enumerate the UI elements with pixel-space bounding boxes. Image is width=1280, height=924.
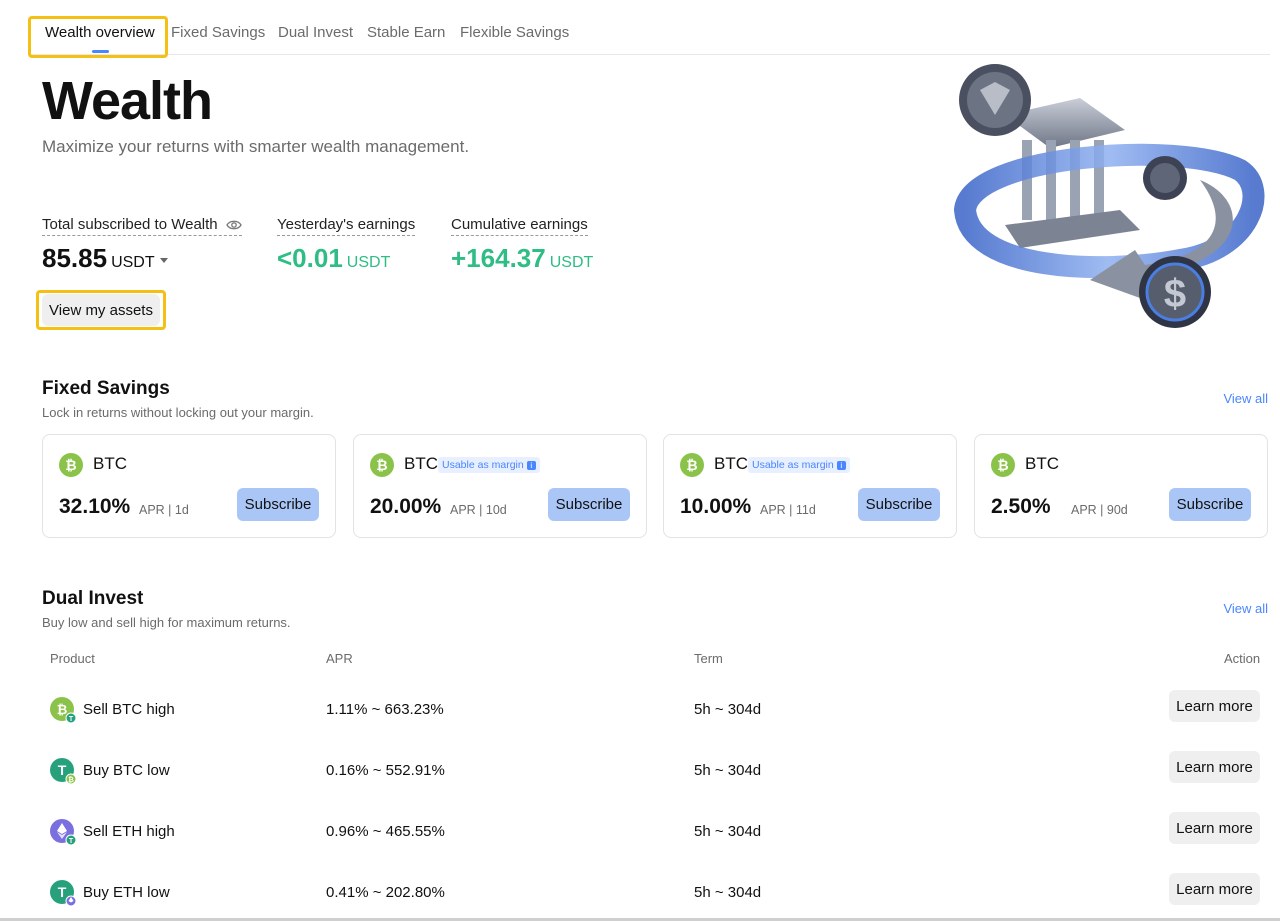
btc-icon: ₿ [59, 453, 83, 477]
product-name: Sell ETH high [83, 823, 175, 840]
svg-text:T: T [69, 716, 74, 723]
info-icon[interactable]: i [836, 460, 846, 470]
product-term: 5h ~ 304d [694, 823, 762, 840]
badge-label: Usable as margin [442, 459, 524, 471]
card-apr-term: APR | 1d [139, 503, 189, 517]
fixed-savings-view-all-link[interactable]: View all [1223, 391, 1268, 406]
eth-usdt-icon: T [50, 819, 76, 845]
dual-invest-subtitle: Buy low and sell high for maximum return… [42, 615, 291, 630]
learn-more-button[interactable]: Learn more [1169, 873, 1260, 905]
tab-fixed-savings[interactable]: Fixed Savings [171, 24, 265, 41]
info-icon[interactable]: i [526, 460, 536, 470]
product-apr: 1.11% ~ 663.23% [326, 701, 444, 718]
total-subscribed-label-text: Total subscribed to Wealth [42, 216, 218, 233]
svg-text:T: T [58, 762, 67, 778]
card-apr-value: 10.00% [680, 495, 752, 518]
fixed-savings-card[interactable]: ₿ BTC Usable as margin i 10.00% APR | 11d… [663, 434, 957, 538]
fixed-savings-card[interactable]: ₿ BTC 2.50% APR | 90d Subscribe [974, 434, 1268, 538]
subscribe-button[interactable]: Subscribe [237, 488, 319, 521]
fixed-savings-card[interactable]: ₿ BTC 32.10% APR | 1d Subscribe [42, 434, 336, 538]
card-apr-term: APR | 10d [450, 503, 507, 517]
fixed-savings-card[interactable]: ₿ BTC Usable as margin i 20.00% APR | 10d… [353, 434, 647, 538]
page-title: Wealth [42, 71, 213, 131]
column-header-term: Term [694, 651, 723, 666]
card-apr-term: APR | 11d [760, 503, 816, 517]
yesterday-earnings-label: Yesterday's earnings [277, 216, 416, 236]
learn-more-button[interactable]: Learn more [1169, 690, 1260, 722]
svg-text:₿: ₿ [68, 776, 74, 784]
dual-invest-title: Dual Invest [42, 588, 144, 609]
column-header-apr: APR [326, 651, 353, 666]
eye-icon[interactable] [226, 219, 242, 231]
wealth-illustration: $ [953, 64, 1265, 328]
product-term: 5h ~ 304d [694, 762, 762, 779]
svg-text:T: T [58, 884, 67, 900]
table-row: T Buy ETH low 0.41% ~ 202.80% 5h ~ 304d … [42, 868, 1268, 924]
btc-icon: ₿ [991, 453, 1015, 477]
dual-invest-view-all-link[interactable]: View all [1223, 601, 1268, 616]
total-subscribed-value[interactable]: 85.85 USDT [42, 243, 168, 274]
badge-label: Usable as margin [752, 459, 834, 471]
card-apr-value: 20.00% [370, 495, 442, 518]
svg-text:₿: ₿ [57, 702, 68, 717]
usable-as-margin-badge[interactable]: Usable as margin i [438, 457, 540, 473]
fixed-savings-title: Fixed Savings [42, 378, 170, 399]
subscribe-button[interactable]: Subscribe [548, 488, 630, 521]
product-name: Buy ETH low [83, 884, 170, 901]
yesterday-earnings-amount: <0.01 [277, 243, 343, 273]
table-row: ₿ T Sell BTC high 1.11% ~ 663.23% 5h ~ 3… [42, 685, 1268, 741]
product-name: Buy BTC low [83, 762, 170, 779]
cumulative-earnings-value: +164.37 USDT [451, 243, 593, 274]
card-apr-term: APR | 90d [1071, 503, 1128, 517]
table-row: T Sell ETH high 0.96% ~ 465.55% 5h ~ 304… [42, 807, 1268, 863]
tab-dual-invest[interactable]: Dual Invest [278, 24, 353, 41]
highlight-box-assets [36, 290, 166, 330]
table-row: T ₿ Buy BTC low 0.16% ~ 552.91% 5h ~ 304… [42, 746, 1268, 802]
svg-text:$: $ [1164, 272, 1186, 316]
usable-as-margin-badge[interactable]: Usable as margin i [748, 457, 850, 473]
card-apr-value: 2.50% [991, 495, 1051, 518]
tab-flexible-savings[interactable]: Flexible Savings [460, 24, 569, 41]
btc-usdt-icon: ₿ T [50, 697, 76, 723]
page-subtitle: Maximize your returns with smarter wealt… [42, 137, 470, 156]
product-term: 5h ~ 304d [694, 701, 762, 718]
column-header-action: Action [1224, 651, 1261, 666]
usdt-btc-icon: T ₿ [50, 758, 76, 784]
usdt-eth-icon: T [50, 880, 76, 906]
tab-stable-earn[interactable]: Stable Earn [367, 24, 445, 41]
svg-text:T: T [69, 838, 74, 845]
subscribe-button[interactable]: Subscribe [858, 488, 940, 521]
card-coin-name: BTC [93, 454, 127, 473]
highlight-box-tab [28, 16, 168, 58]
btc-icon: ₿ [680, 453, 704, 477]
cumulative-earnings-amount: +164.37 [451, 243, 546, 273]
caret-down-icon[interactable] [159, 257, 168, 263]
card-coin-name: BTC [404, 454, 438, 473]
card-apr-value: 32.10% [59, 495, 131, 518]
cumulative-earnings-label: Cumulative earnings [451, 216, 588, 236]
learn-more-button[interactable]: Learn more [1169, 751, 1260, 783]
bottom-divider [0, 918, 1280, 921]
yesterday-earnings-unit: USDT [346, 254, 391, 271]
cumulative-earnings-unit: USDT [549, 254, 594, 271]
top-tabs: Wealth overview Fixed Savings Dual Inves… [28, 14, 1270, 55]
product-apr: 0.41% ~ 202.80% [326, 884, 445, 901]
total-subscribed-amount: 85.85 [42, 243, 108, 273]
column-header-product: Product [50, 651, 95, 666]
product-name: Sell BTC high [83, 701, 175, 718]
card-coin-name: BTC [714, 454, 748, 473]
card-coin-name: BTC [1025, 454, 1059, 473]
total-subscribed-unit: USDT [111, 254, 155, 271]
learn-more-button[interactable]: Learn more [1169, 812, 1260, 844]
product-term: 5h ~ 304d [694, 884, 762, 901]
total-subscribed-label[interactable]: Total subscribed to Wealth [42, 216, 242, 236]
product-apr: 0.16% ~ 552.91% [326, 762, 445, 779]
btc-icon: ₿ [370, 453, 394, 477]
fixed-savings-subtitle: Lock in returns without locking out your… [42, 405, 314, 420]
product-apr: 0.96% ~ 465.55% [326, 823, 445, 840]
yesterday-earnings-value: <0.01 USDT [277, 243, 390, 274]
subscribe-button[interactable]: Subscribe [1169, 488, 1251, 521]
